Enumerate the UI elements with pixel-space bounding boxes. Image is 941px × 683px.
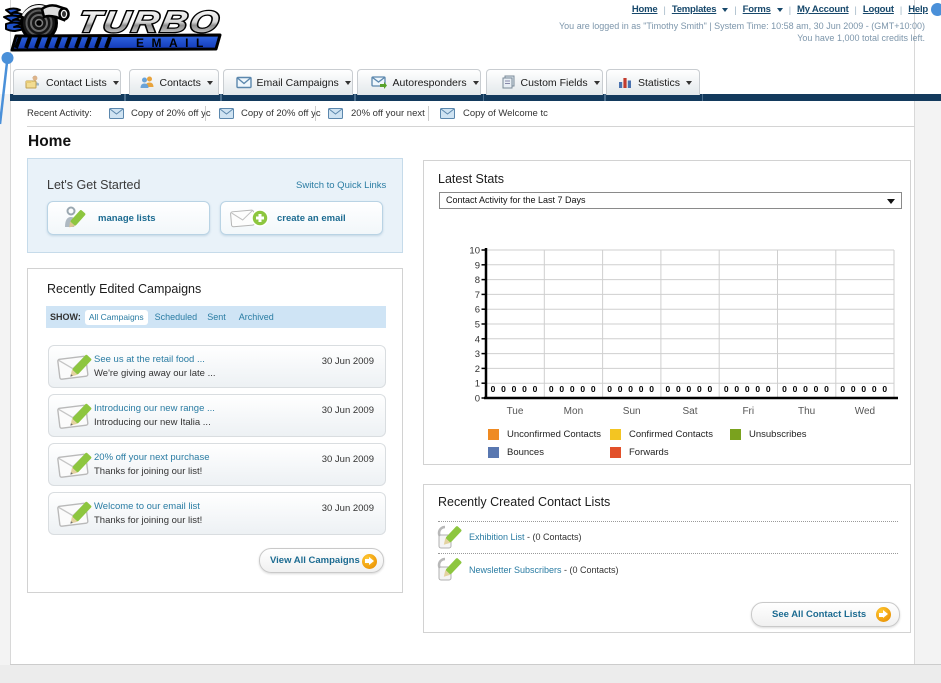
svg-text:0: 0	[649, 384, 654, 394]
svg-text:0: 0	[724, 384, 729, 394]
svg-text:0: 0	[628, 384, 633, 394]
svg-text:0: 0	[734, 384, 739, 394]
svg-text:0: 0	[755, 384, 760, 394]
svg-text:0: 0	[803, 384, 808, 394]
svg-text:Tue: Tue	[507, 406, 524, 417]
svg-text:9: 9	[475, 260, 480, 271]
svg-text:0: 0	[851, 384, 856, 394]
svg-text:Fri: Fri	[742, 406, 754, 417]
svg-text:4: 4	[475, 334, 480, 345]
svg-text:Sat: Sat	[682, 406, 697, 417]
svg-text:0: 0	[618, 384, 623, 394]
svg-text:Mon: Mon	[564, 406, 583, 417]
svg-text:0: 0	[782, 384, 787, 394]
svg-text:0: 0	[549, 384, 554, 394]
svg-text:0: 0	[501, 384, 506, 394]
svg-text:0: 0	[607, 384, 612, 394]
svg-text:0: 0	[814, 384, 819, 394]
svg-text:0: 0	[580, 384, 585, 394]
svg-text:3: 3	[475, 349, 480, 360]
svg-text:0: 0	[840, 384, 845, 394]
svg-text:0: 0	[639, 384, 644, 394]
svg-text:0: 0	[745, 384, 750, 394]
svg-text:0: 0	[687, 384, 692, 394]
svg-text:6: 6	[475, 305, 480, 316]
svg-text:0: 0	[882, 384, 887, 394]
svg-text:8: 8	[475, 275, 480, 286]
svg-text:5: 5	[475, 320, 480, 331]
svg-text:10: 10	[469, 246, 480, 257]
svg-text:7: 7	[475, 290, 480, 301]
svg-text:0: 0	[872, 384, 877, 394]
svg-text:Thu: Thu	[798, 406, 815, 417]
svg-text:Wed: Wed	[855, 406, 875, 417]
svg-text:0: 0	[591, 384, 596, 394]
svg-text:Sun: Sun	[623, 406, 641, 417]
svg-text:0: 0	[491, 384, 496, 394]
svg-text:EMAIL: EMAIL	[136, 36, 211, 50]
svg-text:0: 0	[793, 384, 798, 394]
svg-text:0: 0	[559, 384, 564, 394]
svg-text:0: 0	[570, 384, 575, 394]
svg-text:1: 1	[475, 379, 480, 390]
svg-text:0: 0	[766, 384, 771, 394]
svg-text:0: 0	[861, 384, 866, 394]
svg-text:0: 0	[676, 384, 681, 394]
svg-text:0: 0	[666, 384, 671, 394]
svg-text:0: 0	[512, 384, 517, 394]
svg-text:0: 0	[522, 384, 527, 394]
svg-text:0: 0	[475, 394, 480, 405]
svg-text:2: 2	[475, 364, 480, 375]
svg-text:0: 0	[824, 384, 829, 394]
svg-text:0: 0	[533, 384, 538, 394]
svg-text:0: 0	[708, 384, 713, 394]
svg-text:0: 0	[697, 384, 702, 394]
